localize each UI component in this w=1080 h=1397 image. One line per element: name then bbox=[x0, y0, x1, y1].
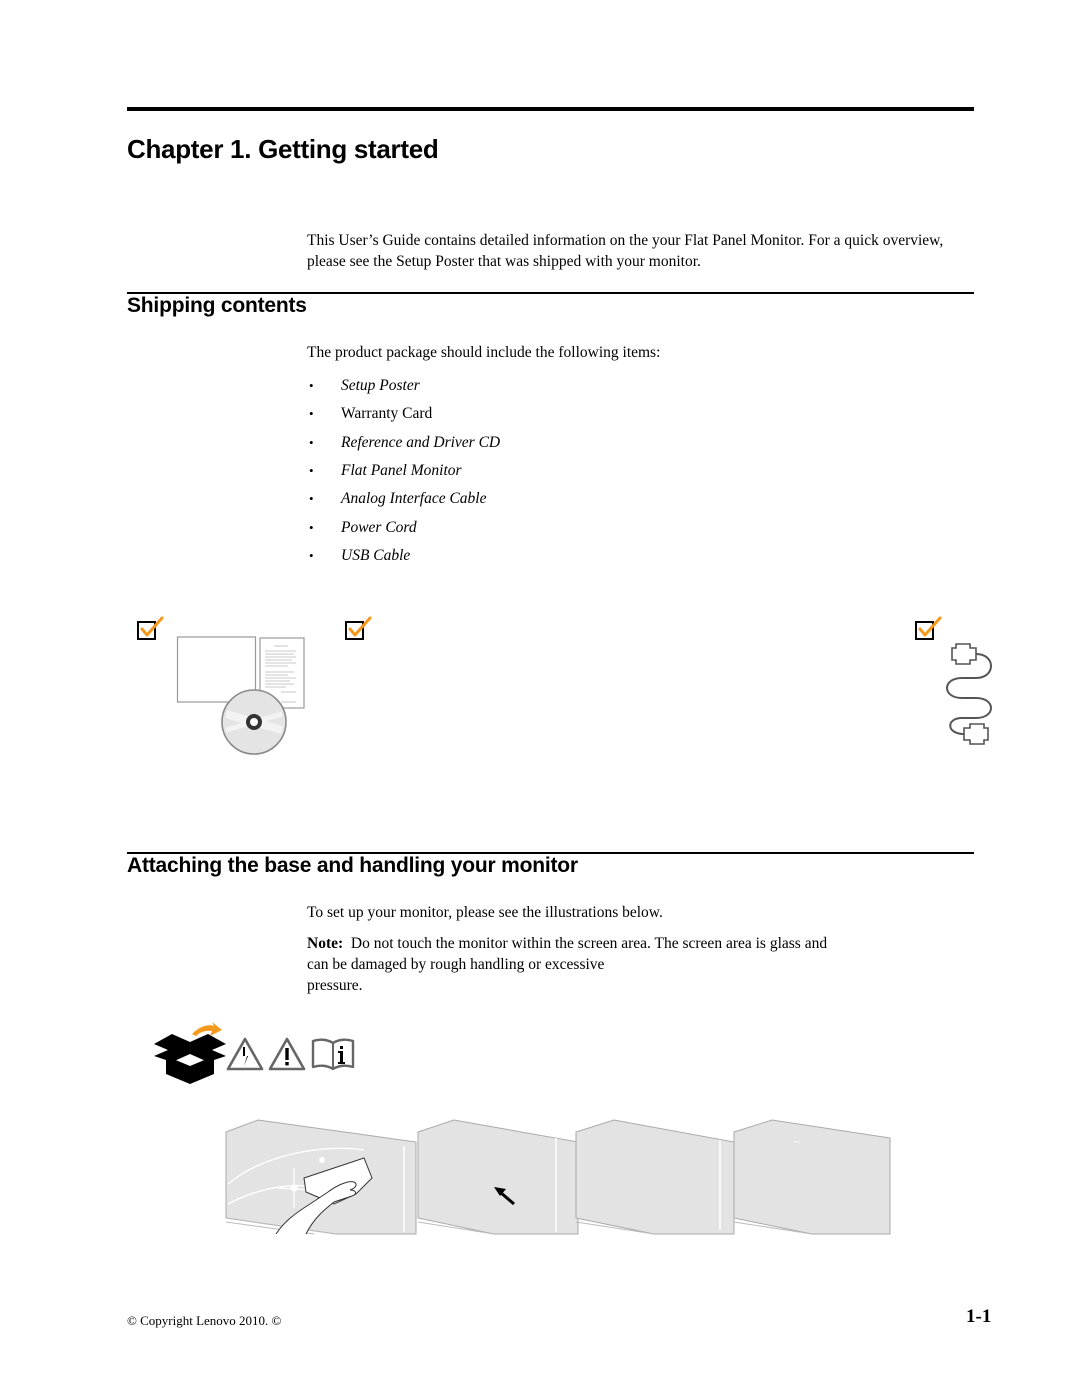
list-item: • Power Cord bbox=[307, 513, 500, 541]
note-text-line-3: pressure. bbox=[307, 977, 363, 994]
list-item: • Warranty Card bbox=[307, 400, 500, 428]
chapter-title: Chapter 1. Getting started bbox=[127, 134, 439, 164]
shipping-items-list: • Setup Poster • Warranty Card • Reference … bbox=[307, 372, 500, 570]
bullet-icon: • bbox=[309, 547, 314, 563]
list-item-label: Flat Panel Monitor bbox=[341, 462, 462, 480]
list-item-label: Warranty Card bbox=[341, 405, 433, 423]
list-item-label: Analog Interface Cable bbox=[341, 490, 487, 508]
list-item: • Reference and Driver CD bbox=[307, 429, 500, 457]
list-item-label: Setup Poster bbox=[341, 377, 420, 395]
checkbox-checked-icon bbox=[345, 616, 372, 640]
bullet-icon: • bbox=[309, 434, 314, 450]
footer-copyright: © Copyright Lenovo 2010. © bbox=[127, 1313, 282, 1328]
bullet-icon: • bbox=[309, 378, 314, 394]
blank-panel-1 bbox=[575, 1119, 735, 1235]
info-manual-icon bbox=[311, 1038, 355, 1071]
cleaning-screen-panel bbox=[225, 1119, 417, 1235]
attaching-lead: To set up your monitor, please see the i… bbox=[307, 904, 663, 921]
intro-paragraph: This User’s Guide contains detailed info… bbox=[307, 232, 944, 270]
bullet-icon: • bbox=[309, 463, 314, 479]
checkbox-checked-icon bbox=[137, 616, 164, 640]
electric-hazard-icon bbox=[226, 1037, 264, 1071]
note-paragraph: Note: Do not touch the monitor within th… bbox=[307, 933, 977, 996]
list-item-label: Reference and Driver CD bbox=[341, 433, 501, 451]
list-item-label: USB Cable bbox=[341, 546, 411, 564]
chapter-top-rule bbox=[127, 107, 974, 111]
warning-icon bbox=[268, 1037, 306, 1071]
attaching-section-title: Attaching the base and handling your mon… bbox=[127, 854, 578, 877]
documents-and-cd-illustration bbox=[176, 636, 305, 755]
list-item: • Setup Poster bbox=[307, 372, 500, 400]
open-box-icon bbox=[154, 1022, 226, 1084]
note-label: Note: bbox=[307, 935, 344, 952]
list-item: • Flat Panel Monitor bbox=[307, 457, 500, 485]
bullet-icon: • bbox=[309, 491, 314, 507]
list-item: • Analog Interface Cable bbox=[307, 485, 500, 513]
list-item: • USB Cable bbox=[307, 542, 500, 570]
page-number: 1-1 bbox=[966, 1306, 992, 1327]
cd-shape bbox=[221, 689, 287, 755]
blank-panel-2 bbox=[733, 1119, 891, 1235]
bullet-icon: • bbox=[309, 519, 314, 535]
list-item-label: Power Cord bbox=[341, 518, 417, 536]
shipping-section-title: Shipping contents bbox=[127, 294, 307, 317]
note-text-line-2: can be damaged by rough handling or exce… bbox=[307, 956, 605, 973]
arrow-panel bbox=[417, 1119, 579, 1235]
analog-cable-icon bbox=[946, 643, 992, 745]
note-text-line-1: Do not touch the monitor within the scre… bbox=[343, 935, 828, 952]
bullet-icon: • bbox=[309, 406, 314, 422]
shipping-lead: The product package should include the f… bbox=[307, 344, 661, 361]
